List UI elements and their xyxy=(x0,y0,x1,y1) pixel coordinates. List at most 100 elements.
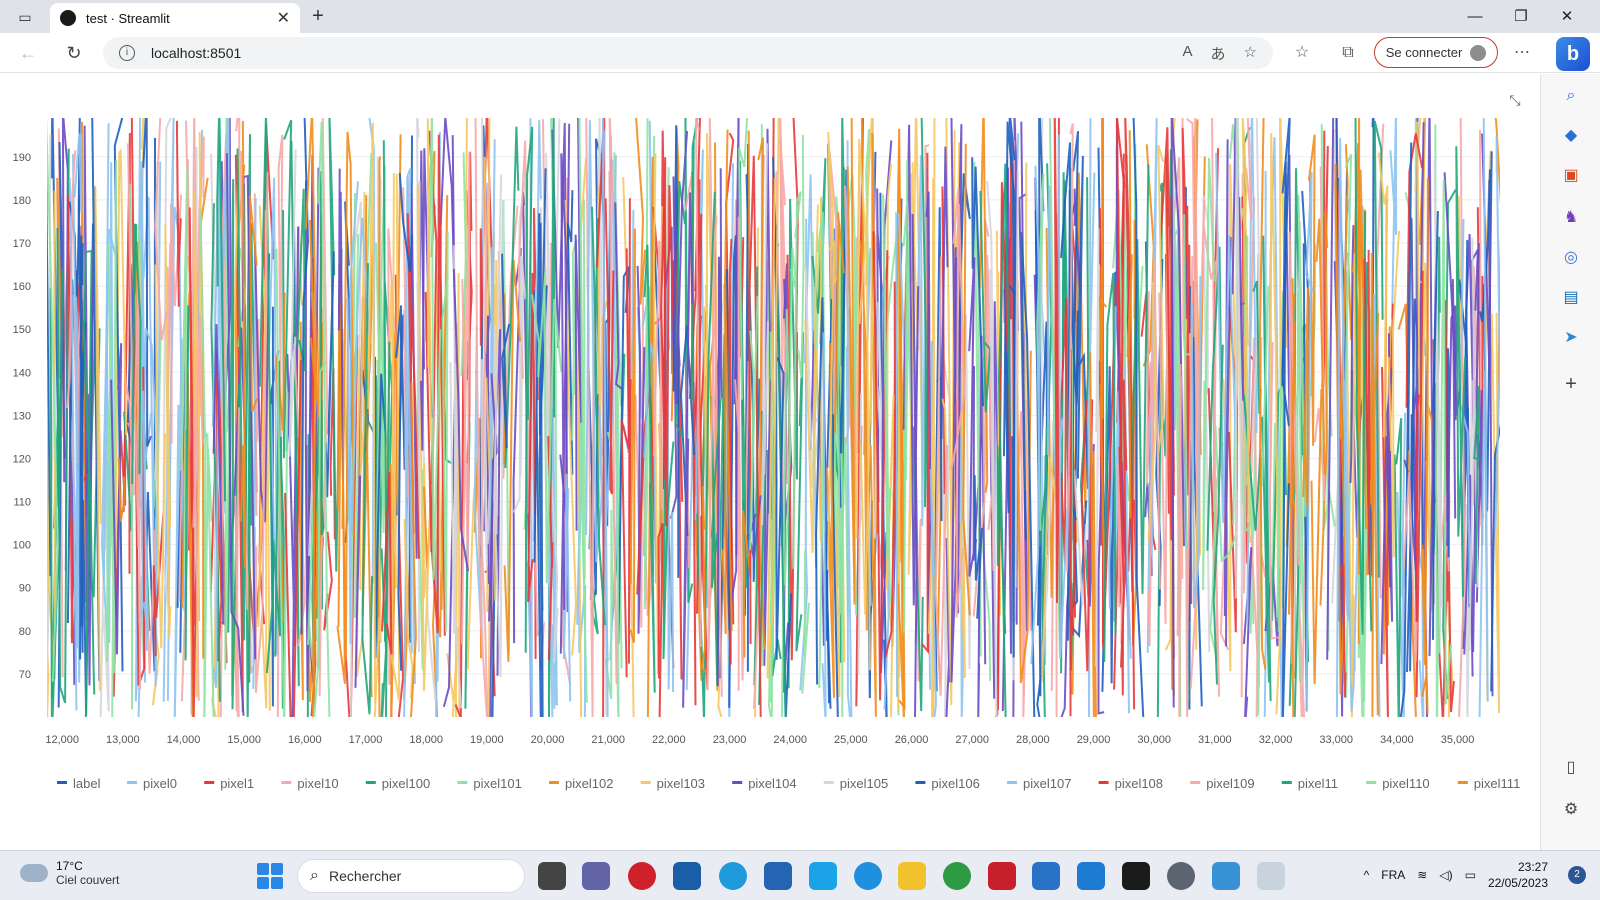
notification-badge[interactable]: 2 xyxy=(1568,866,1586,884)
tools-briefcase-icon[interactable]: ▣ xyxy=(1559,164,1583,188)
opera-browser-icon[interactable] xyxy=(628,862,656,890)
outlook-icon[interactable]: ▤ xyxy=(1559,286,1583,310)
new-tab-button[interactable]: + xyxy=(306,4,330,28)
x-tick-label: 25,000 xyxy=(834,734,868,746)
x-tick-label: 12,000 xyxy=(45,734,79,746)
close-tab-icon[interactable]: ✕ xyxy=(277,8,290,28)
settings-gear-icon[interactable] xyxy=(1167,862,1195,890)
legend-label: pixel105 xyxy=(840,776,888,791)
search-icon[interactable]: ⌕ xyxy=(1559,84,1583,108)
series-lines xyxy=(47,118,1500,717)
x-tick-label: 18,000 xyxy=(409,734,443,746)
wifi-icon[interactable]: ≋ xyxy=(1417,868,1427,882)
shopping-tag-icon[interactable]: ◆ xyxy=(1559,124,1583,148)
legend-swatch xyxy=(640,781,651,784)
internet-explorer-icon[interactable] xyxy=(854,862,882,890)
drop-send-icon[interactable]: ➤ xyxy=(1559,326,1583,350)
add-favorite-icon[interactable]: ☆ xyxy=(1244,43,1257,64)
games-chess-icon[interactable]: ♞ xyxy=(1559,206,1583,230)
volume-icon[interactable]: ◁) xyxy=(1439,868,1452,882)
legend-label: pixel109 xyxy=(1206,776,1254,791)
read-aloud-icon[interactable]: A xyxy=(1183,43,1193,64)
input-language[interactable]: FRA xyxy=(1381,868,1405,882)
browser-tab[interactable]: test · Streamlit ✕ xyxy=(50,3,300,33)
exit-fullscreen-icon[interactable]: ⤡ xyxy=(1505,92,1525,112)
x-tick-label: 34,000 xyxy=(1380,734,1414,746)
y-tick-label: 130 xyxy=(13,410,31,422)
vscode-icon[interactable] xyxy=(1077,862,1105,890)
series-line xyxy=(79,235,84,660)
x-tick-label: 27,000 xyxy=(955,734,989,746)
y-tick-label: 100 xyxy=(13,540,31,552)
snipping-tool-icon[interactable] xyxy=(1257,862,1285,890)
legend-swatch xyxy=(1366,781,1377,784)
legend-label: pixel0 xyxy=(143,776,177,791)
mcafee-icon[interactable] xyxy=(988,862,1016,890)
x-tick-label: 16,000 xyxy=(288,734,322,746)
weather-condition: Ciel couvert xyxy=(56,873,120,887)
legend-label: pixel107 xyxy=(1023,776,1071,791)
jetbrains-ide-icon[interactable] xyxy=(1122,862,1150,890)
close-window-button[interactable]: ✕ xyxy=(1544,4,1590,30)
streamlit-page: 190 180 170 160 150 140 130 120 110 100 90 80 70 12,0… xyxy=(0,74,1540,850)
file-explorer-icon[interactable] xyxy=(898,862,926,890)
teams-chat-icon[interactable] xyxy=(582,862,610,890)
legend-swatch xyxy=(1457,781,1468,784)
show-hidden-icons-chevron-icon[interactable]: ^ xyxy=(1364,868,1370,882)
sidebar-settings-gear-icon[interactable]: ⚙ xyxy=(1559,798,1583,822)
more-options-icon[interactable]: ⋯ xyxy=(1508,39,1536,67)
collections-icon[interactable]: ⧉ xyxy=(1334,39,1362,67)
legend-swatch xyxy=(732,781,743,784)
photos-app-icon[interactable] xyxy=(1212,862,1240,890)
translate-icon[interactable]: あ xyxy=(1211,43,1226,64)
legend-swatch xyxy=(457,781,468,784)
microsoft-store-icon[interactable] xyxy=(764,862,792,890)
favorites-icon[interactable]: ☆ xyxy=(1288,39,1316,67)
legend-swatch xyxy=(204,781,215,784)
battery-icon[interactable]: ▭ xyxy=(1465,868,1476,882)
clock-date: 22/05/2023 xyxy=(1487,876,1548,890)
windows-start-icon[interactable] xyxy=(257,863,283,889)
task-view-icon[interactable] xyxy=(538,862,566,890)
address-bar[interactable]: i localhost:8501 A あ ☆ xyxy=(103,37,1273,69)
y-tick-label: 190 xyxy=(13,152,31,164)
edge-browser-icon[interactable] xyxy=(719,862,747,890)
refresh-icon[interactable]: ↻ xyxy=(60,39,88,67)
x-tick-label: 29,000 xyxy=(1077,734,1111,746)
legend-swatch xyxy=(1281,781,1292,784)
legend-label: pixel108 xyxy=(1115,776,1163,791)
hide-sidebar-icon[interactable]: ▯ xyxy=(1559,756,1583,780)
notepad-icon[interactable] xyxy=(1032,862,1060,890)
y-tick-label: 80 xyxy=(19,626,31,638)
taskbar-search-box[interactable]: ⌕ Rechercher xyxy=(297,859,525,893)
series-line xyxy=(390,172,401,702)
myhp-app-icon[interactable] xyxy=(809,862,837,890)
site-info-icon[interactable]: i xyxy=(119,45,135,61)
bing-copilot-icon[interactable]: b xyxy=(1556,37,1590,71)
legend-swatch xyxy=(1007,781,1017,784)
legend-label: pixel11 xyxy=(1298,776,1338,791)
restore-window-button[interactable]: ❐ xyxy=(1498,4,1544,30)
taskbar-search-placeholder: Rechercher xyxy=(328,868,402,884)
microsoft-365-icon[interactable]: ◎ xyxy=(1559,246,1583,270)
legend-label: pixel104 xyxy=(748,776,796,791)
x-tick-label: 31,000 xyxy=(1198,734,1232,746)
profile-avatar-icon xyxy=(1470,44,1487,61)
minimize-window-button[interactable]: — xyxy=(1452,4,1498,30)
x-tick-label: 30,000 xyxy=(1137,734,1171,746)
weather-widget[interactable]: 17°C Ciel couvert xyxy=(20,856,120,887)
clock-time: 23:27 xyxy=(1517,860,1548,874)
y-tick-label: 150 xyxy=(13,324,31,336)
taskbar-clock[interactable]: 23:27 22/05/2023 xyxy=(1488,859,1548,891)
word-app-icon[interactable] xyxy=(673,862,701,890)
back-arrow-icon[interactable]: ← xyxy=(14,39,42,67)
sign-in-button[interactable]: Se connecter xyxy=(1374,37,1498,68)
legend-label: pixel100 xyxy=(382,776,430,791)
legend-swatch xyxy=(549,781,559,784)
chrome-browser-icon[interactable] xyxy=(943,862,971,890)
add-sidebar-item-icon[interactable]: + xyxy=(1559,372,1583,396)
tab-actions-icon[interactable]: ▭ xyxy=(10,6,40,28)
x-tick-label: 17,000 xyxy=(349,734,383,746)
legend-swatch xyxy=(57,781,67,784)
legend-label: pixel103 xyxy=(657,776,705,791)
